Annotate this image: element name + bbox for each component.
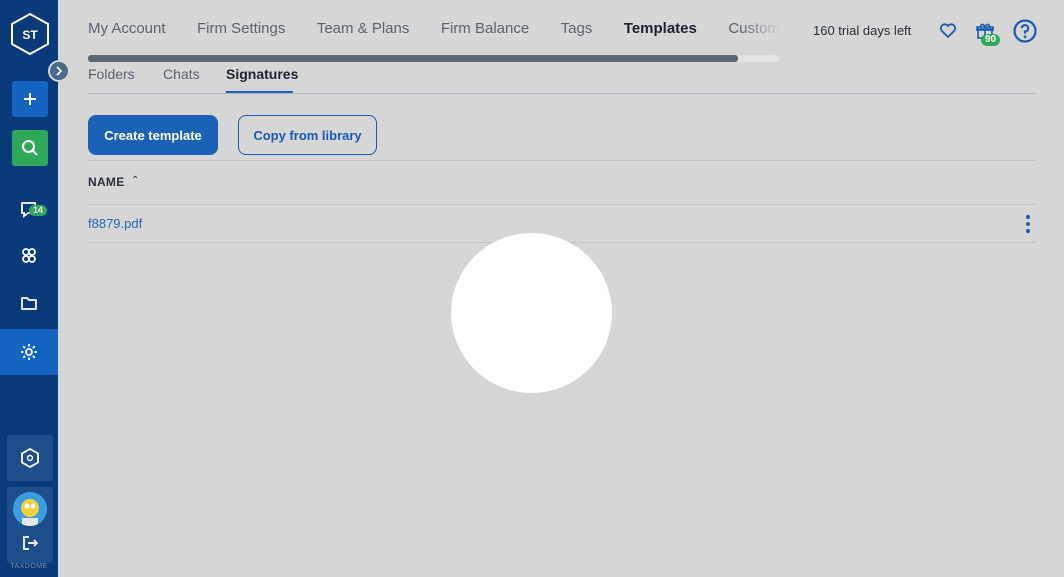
templates-subtabs: Folders Chats Signatures	[88, 66, 1036, 94]
template-row-name[interactable]: f8879.pdf	[88, 216, 142, 231]
tab-tags[interactable]: Tags	[561, 19, 593, 39]
firm-logo[interactable]: ST	[11, 12, 49, 56]
nav-scroll-progress[interactable]	[88, 55, 779, 62]
header-divider	[88, 204, 1036, 205]
logout-icon	[23, 536, 39, 550]
heart-icon	[939, 23, 957, 39]
search-icon	[22, 140, 38, 156]
sort-asc-icon[interactable]: ⌃	[131, 175, 139, 186]
tab-firm-balance[interactable]: Firm Balance	[441, 19, 529, 39]
gift-badge: 90	[981, 34, 1001, 46]
search-button[interactable]	[12, 130, 48, 166]
active-subtab-indicator	[226, 91, 293, 93]
brand-footer: TAXDOME	[10, 563, 48, 570]
add-new-button[interactable]	[12, 81, 48, 117]
nav-scroll-progress-fill	[88, 55, 738, 62]
plus-icon	[24, 93, 36, 105]
subtab-signatures[interactable]: Signatures	[226, 66, 298, 82]
app-store-button[interactable]	[7, 435, 53, 481]
tab-templates[interactable]: Templates	[624, 19, 697, 39]
logout-button[interactable]	[12, 528, 48, 558]
app-hex-icon	[21, 447, 39, 469]
help-icon	[1013, 19, 1037, 43]
column-header-name[interactable]: NAME	[88, 175, 125, 189]
messages-badge: 14	[29, 205, 48, 216]
create-template-button[interactable]: Create template	[88, 115, 218, 155]
logo-initials: ST	[22, 28, 38, 42]
subtab-folders[interactable]: Folders	[88, 66, 135, 82]
avatar[interactable]	[13, 492, 47, 526]
help-button[interactable]	[1012, 18, 1038, 44]
sidebar-item-settings[interactable]	[0, 329, 58, 375]
chevron-right-icon	[56, 66, 63, 76]
favorites-button[interactable]	[937, 21, 959, 41]
loading-overlay-circle	[451, 233, 612, 393]
tab-team-plans[interactable]: Team & Plans	[317, 19, 410, 39]
subtab-chats[interactable]: Chats	[163, 66, 200, 82]
settings-top-nav: My Account Firm Settings Team & Plans Fi…	[88, 19, 780, 41]
folder-icon	[21, 297, 37, 310]
table-top-divider	[88, 160, 1036, 161]
copy-from-library-button[interactable]: Copy from library	[238, 115, 377, 155]
tab-firm-settings[interactable]: Firm Settings	[197, 19, 285, 39]
nav-overflow-fade	[740, 18, 782, 42]
trial-days-text: 160 trial days left	[813, 23, 912, 38]
sidebar-item-clients[interactable]	[0, 233, 58, 279]
sidebar-expand-toggle[interactable]	[48, 60, 70, 82]
sidebar-item-documents[interactable]	[0, 280, 58, 326]
tab-my-account[interactable]: My Account	[88, 19, 166, 39]
left-sidebar: ST 14 TAXDOME	[0, 0, 58, 577]
row-more-menu-icon[interactable]	[1018, 213, 1038, 235]
contacts-icon	[22, 248, 36, 263]
gear-icon	[21, 344, 37, 360]
user-avatar-image	[13, 492, 47, 526]
